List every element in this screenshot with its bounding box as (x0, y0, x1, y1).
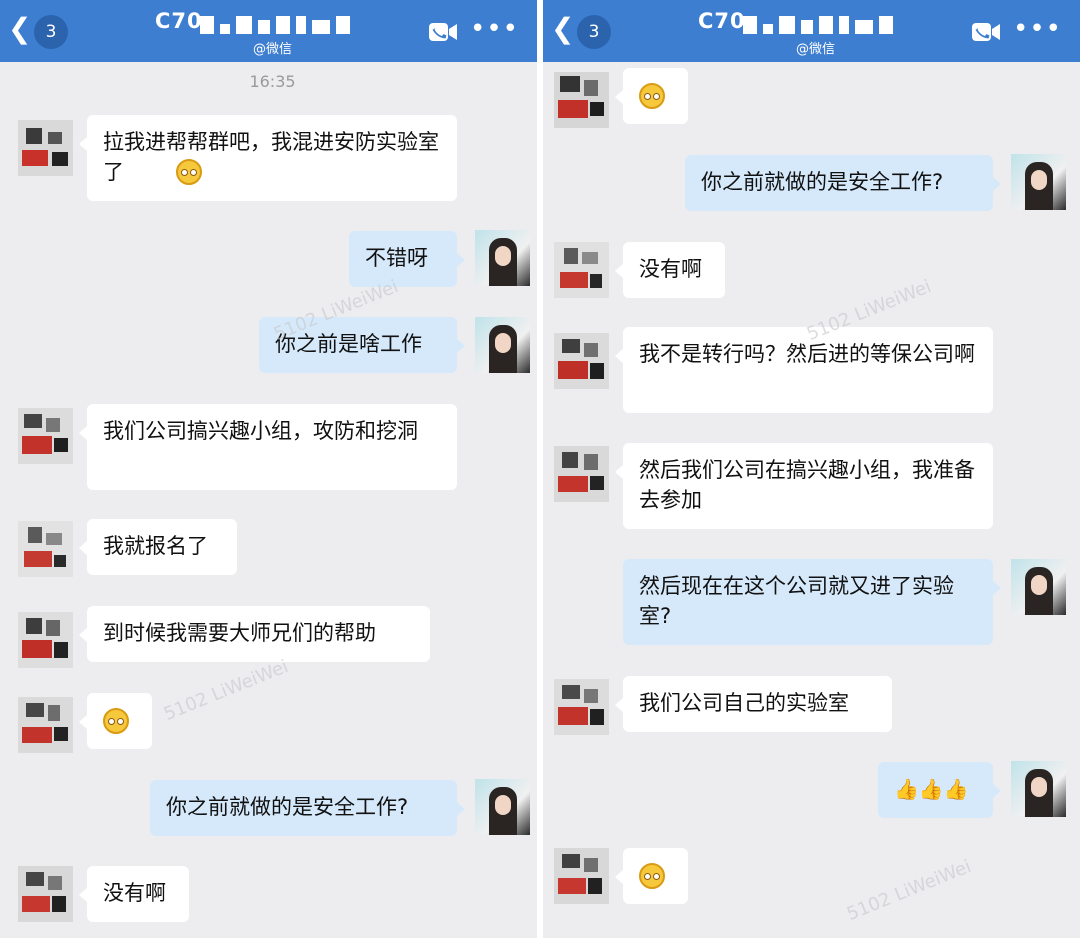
message-text: 我不是转行吗？然后进的等保公司啊 (639, 342, 975, 366)
contact-avatar[interactable] (554, 242, 609, 298)
user-avatar[interactable] (1011, 761, 1066, 817)
grin-emoji-icon (176, 159, 202, 185)
message-text: 我们公司搞兴趣小组，攻防和挖洞 (103, 419, 418, 443)
contact-avatar[interactable] (18, 866, 73, 922)
message-bubble[interactable]: 你之前就做的是安全工作? (150, 780, 465, 836)
message-text: 到时候我需要大师兄们的帮助 (103, 621, 376, 645)
message-bubble[interactable]: 到时候我需要大师兄们的帮助 (79, 606, 430, 662)
timestamp: 16:35 (249, 72, 296, 91)
contact-avatar[interactable] (18, 697, 73, 753)
contact-avatar[interactable] (554, 679, 609, 735)
grin-emoji-icon (639, 83, 665, 109)
chat-panel-left: ❮ 3 C70 @微信 ••• 16:35 拉我进帮帮群吧，我混进安防实验室了 … (0, 0, 537, 938)
contact-avatar[interactable] (554, 72, 609, 128)
user-avatar[interactable] (1011, 559, 1066, 615)
message-text: 你之前就做的是安全工作? (166, 795, 409, 819)
message-bubble[interactable]: 没有啊 (79, 866, 189, 922)
message-text: 我们公司自己的实验室 (639, 691, 849, 715)
video-call-icon[interactable] (429, 22, 457, 42)
user-avatar[interactable] (475, 317, 530, 373)
grin-emoji-icon (103, 708, 129, 734)
contact-avatar[interactable] (554, 333, 609, 389)
contact-avatar[interactable] (18, 521, 73, 577)
user-avatar[interactable] (475, 779, 530, 835)
user-avatar[interactable] (1011, 154, 1066, 210)
more-icon[interactable]: ••• (1013, 14, 1062, 44)
message-bubble[interactable]: 没有啊 (615, 242, 725, 298)
message-text: 不错呀 (365, 246, 428, 270)
chat-title: C70 (155, 9, 203, 33)
redacted-name (743, 16, 899, 38)
chat-header: ❮ 3 C70 @微信 ••• (543, 0, 1080, 62)
watermark: 5102 LiWeiWei (843, 856, 975, 925)
message-bubble[interactable]: 然后我们公司在搞兴趣小组，我准备去参加 (615, 443, 993, 529)
message-text: 没有啊 (103, 881, 166, 905)
message-text: 你之前就做的是安全工作? (701, 170, 944, 194)
more-icon[interactable]: ••• (470, 14, 519, 44)
video-call-icon[interactable] (972, 22, 1000, 42)
message-bubble[interactable]: 我就报名了 (79, 519, 237, 575)
contact-avatar[interactable] (18, 408, 73, 464)
contact-avatar[interactable] (18, 612, 73, 668)
contact-avatar[interactable] (554, 446, 609, 502)
message-bubble[interactable]: 你之前就做的是安全工作? (685, 155, 1001, 211)
chat-title: C70 (698, 9, 746, 33)
chat-header: ❮ 3 C70 @微信 ••• (0, 0, 537, 62)
message-text: 拉我进帮帮群吧，我混进安防实验室了 (103, 130, 439, 184)
chat-panel-right: ❮ 3 C70 @微信 ••• 你之前就做的是安全工作? 没有啊 我不是转行吗？… (543, 0, 1080, 938)
message-text: 你之前是啥工作 (275, 332, 422, 356)
message-text: 没有啊 (639, 257, 702, 281)
message-bubble[interactable] (615, 848, 688, 904)
contact-avatar[interactable] (18, 120, 73, 176)
message-bubble[interactable]: 👍👍👍 (878, 762, 1001, 818)
message-text: 我就报名了 (103, 534, 208, 558)
thumbs-up-icon: 👍👍👍 (894, 777, 969, 801)
message-bubble[interactable] (79, 693, 152, 749)
user-avatar[interactable] (475, 230, 530, 286)
message-bubble[interactable] (615, 68, 688, 124)
redacted-name (200, 16, 356, 38)
message-bubble[interactable]: 我们公司搞兴趣小组，攻防和挖洞 (79, 404, 457, 490)
message-text: 然后我们公司在搞兴趣小组，我准备去参加 (639, 458, 975, 512)
contact-avatar[interactable] (554, 848, 609, 904)
message-bubble[interactable]: 我们公司自己的实验室 (615, 676, 892, 732)
message-bubble[interactable]: 拉我进帮帮群吧，我混进安防实验室了 (79, 115, 457, 201)
message-bubble[interactable]: 然后现在在这个公司就又进了实验室? (623, 559, 1001, 645)
message-bubble[interactable]: 我不是转行吗？然后进的等保公司啊 (615, 327, 993, 413)
message-bubble[interactable]: 你之前是啥工作 (259, 317, 465, 373)
smirk-emoji-icon (639, 863, 665, 889)
message-text: 然后现在在这个公司就又进了实验室? (639, 574, 954, 628)
watermark: 5102 LiWeiWei (160, 656, 292, 725)
message-bubble[interactable]: 不错呀 (349, 231, 465, 287)
